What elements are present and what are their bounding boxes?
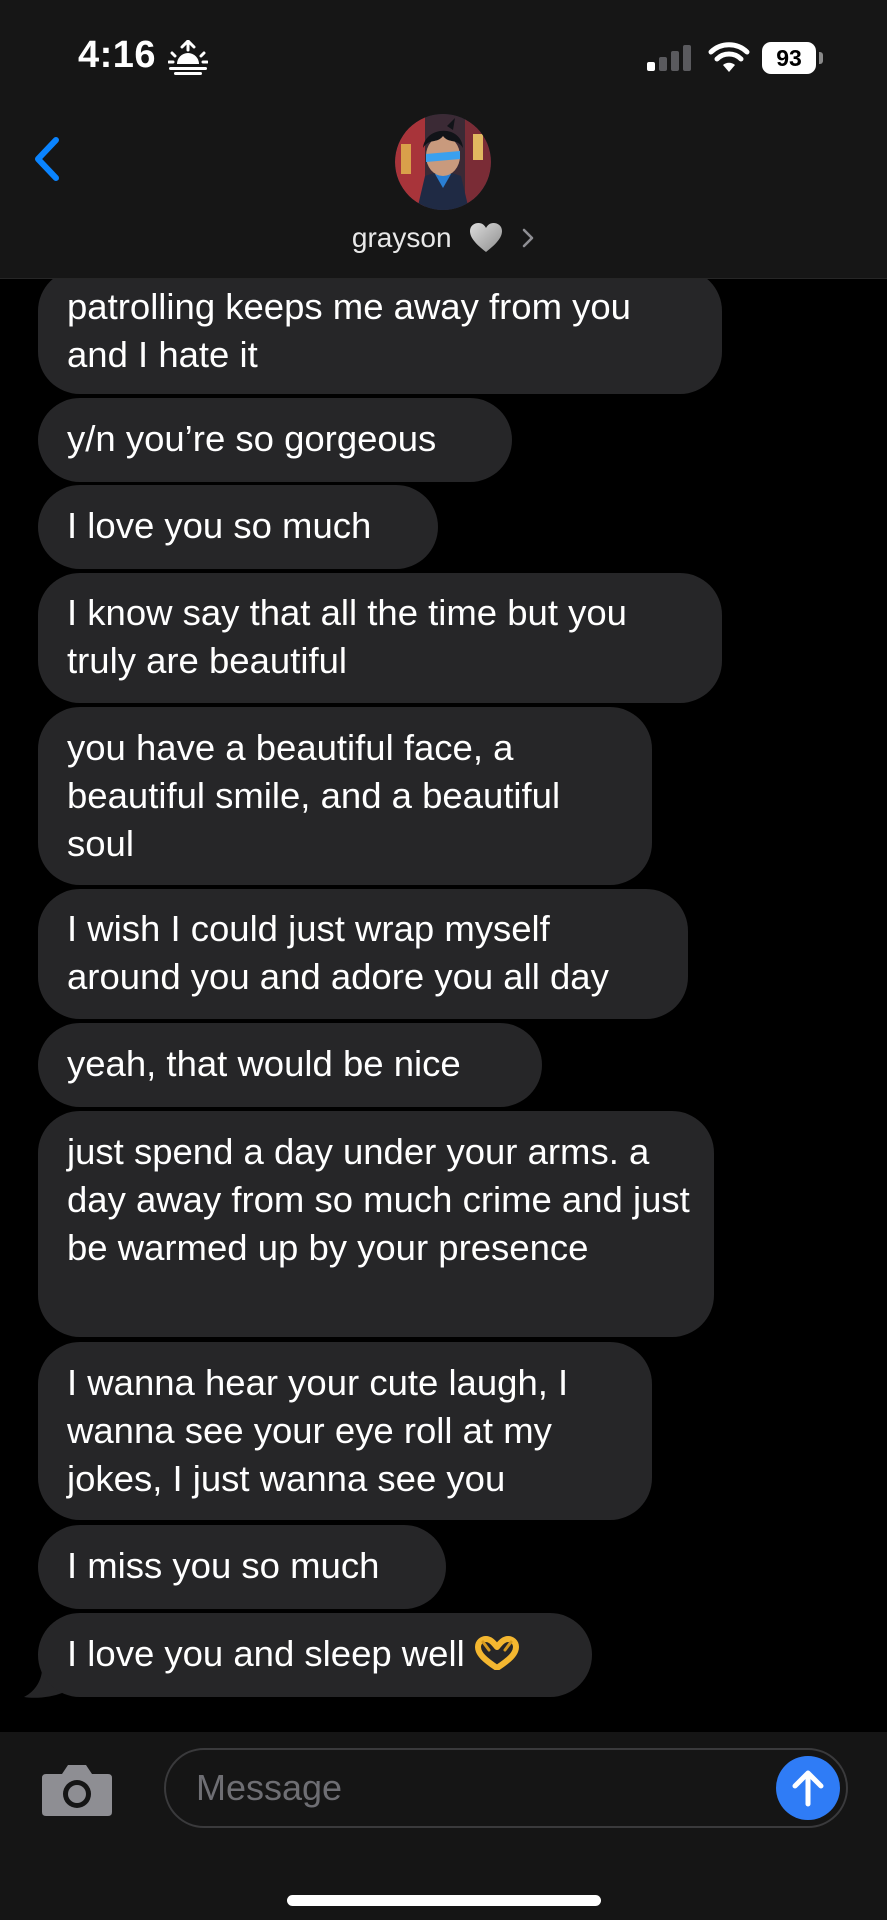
message-text: just spend a day under your arms. a day … [67, 1131, 690, 1268]
message-bubble[interactable]: y/n you’re so gorgeous [38, 398, 512, 482]
message-text: patrolling keeps me away from you and I … [67, 286, 631, 375]
conversation-header: grayson [0, 110, 887, 279]
message-placeholder: Message [196, 1767, 343, 1808]
message-thread[interactable]: patrolling keeps me away from you and I … [0, 279, 887, 1731]
battery-tip [819, 52, 823, 64]
message-bubble[interactable]: I wish I could just wrap myself around y… [38, 889, 688, 1019]
battery-indicator: 93 [762, 42, 824, 74]
contact-avatar[interactable] [395, 114, 491, 210]
white-heart-icon [470, 222, 503, 252]
battery-level: 93 [762, 42, 816, 74]
avatar-image [395, 114, 491, 210]
message-bubble[interactable]: I love you so much [38, 485, 438, 569]
send-button[interactable] [776, 1756, 840, 1820]
status-time: 4:16 [78, 34, 157, 76]
contact-name[interactable]: grayson [352, 218, 452, 258]
message-bubble[interactable]: patrolling keeps me away from you and I … [38, 279, 722, 394]
message-bubble[interactable]: I wanna hear your cute laugh, I wanna se… [38, 1342, 652, 1520]
contact-name-row[interactable]: grayson [0, 216, 887, 256]
chevron-right-icon [522, 228, 534, 247]
arrow-up-icon [792, 1770, 824, 1807]
message-bubble[interactable]: just spend a day under your arms. a day … [38, 1111, 714, 1337]
sunrise-icon [168, 40, 208, 75]
message-text: I miss you so much [67, 1545, 380, 1586]
message-text: I wish I could just wrap myself around y… [67, 908, 609, 997]
message-text: y/n you’re so gorgeous [67, 418, 437, 459]
cellular-signal-icon [647, 45, 691, 71]
message-text: I know say that all the time but you tru… [67, 592, 627, 681]
message-text: I love you and sleep well [67, 1633, 465, 1674]
heart-hands-emoji-icon [474, 1636, 519, 1670]
message-input[interactable]: Message [164, 1748, 848, 1828]
message-bubble[interactable]: I love you and sleep well [38, 1613, 592, 1697]
message-bubble[interactable]: you have a beautiful face, a beautiful s… [38, 707, 652, 885]
camera-icon[interactable] [40, 1760, 114, 1818]
message-text: I wanna hear your cute laugh, I wanna se… [67, 1362, 569, 1499]
composer-bar: Message [0, 1732, 887, 1920]
back-button[interactable] [22, 124, 72, 194]
status-bar: 4:16 93 [0, 0, 887, 110]
wifi-icon [708, 42, 750, 72]
message-bubble[interactable]: I miss you so much [38, 1525, 446, 1609]
message-bubble[interactable]: I know say that all the time but you tru… [38, 573, 722, 703]
message-text: I love you so much [67, 505, 372, 546]
home-indicator[interactable] [287, 1895, 601, 1906]
message-bubble[interactable]: yeah, that would be nice [38, 1023, 542, 1107]
message-text: yeah, that would be nice [67, 1043, 461, 1084]
message-text: you have a beautiful face, a beautiful s… [67, 727, 561, 864]
